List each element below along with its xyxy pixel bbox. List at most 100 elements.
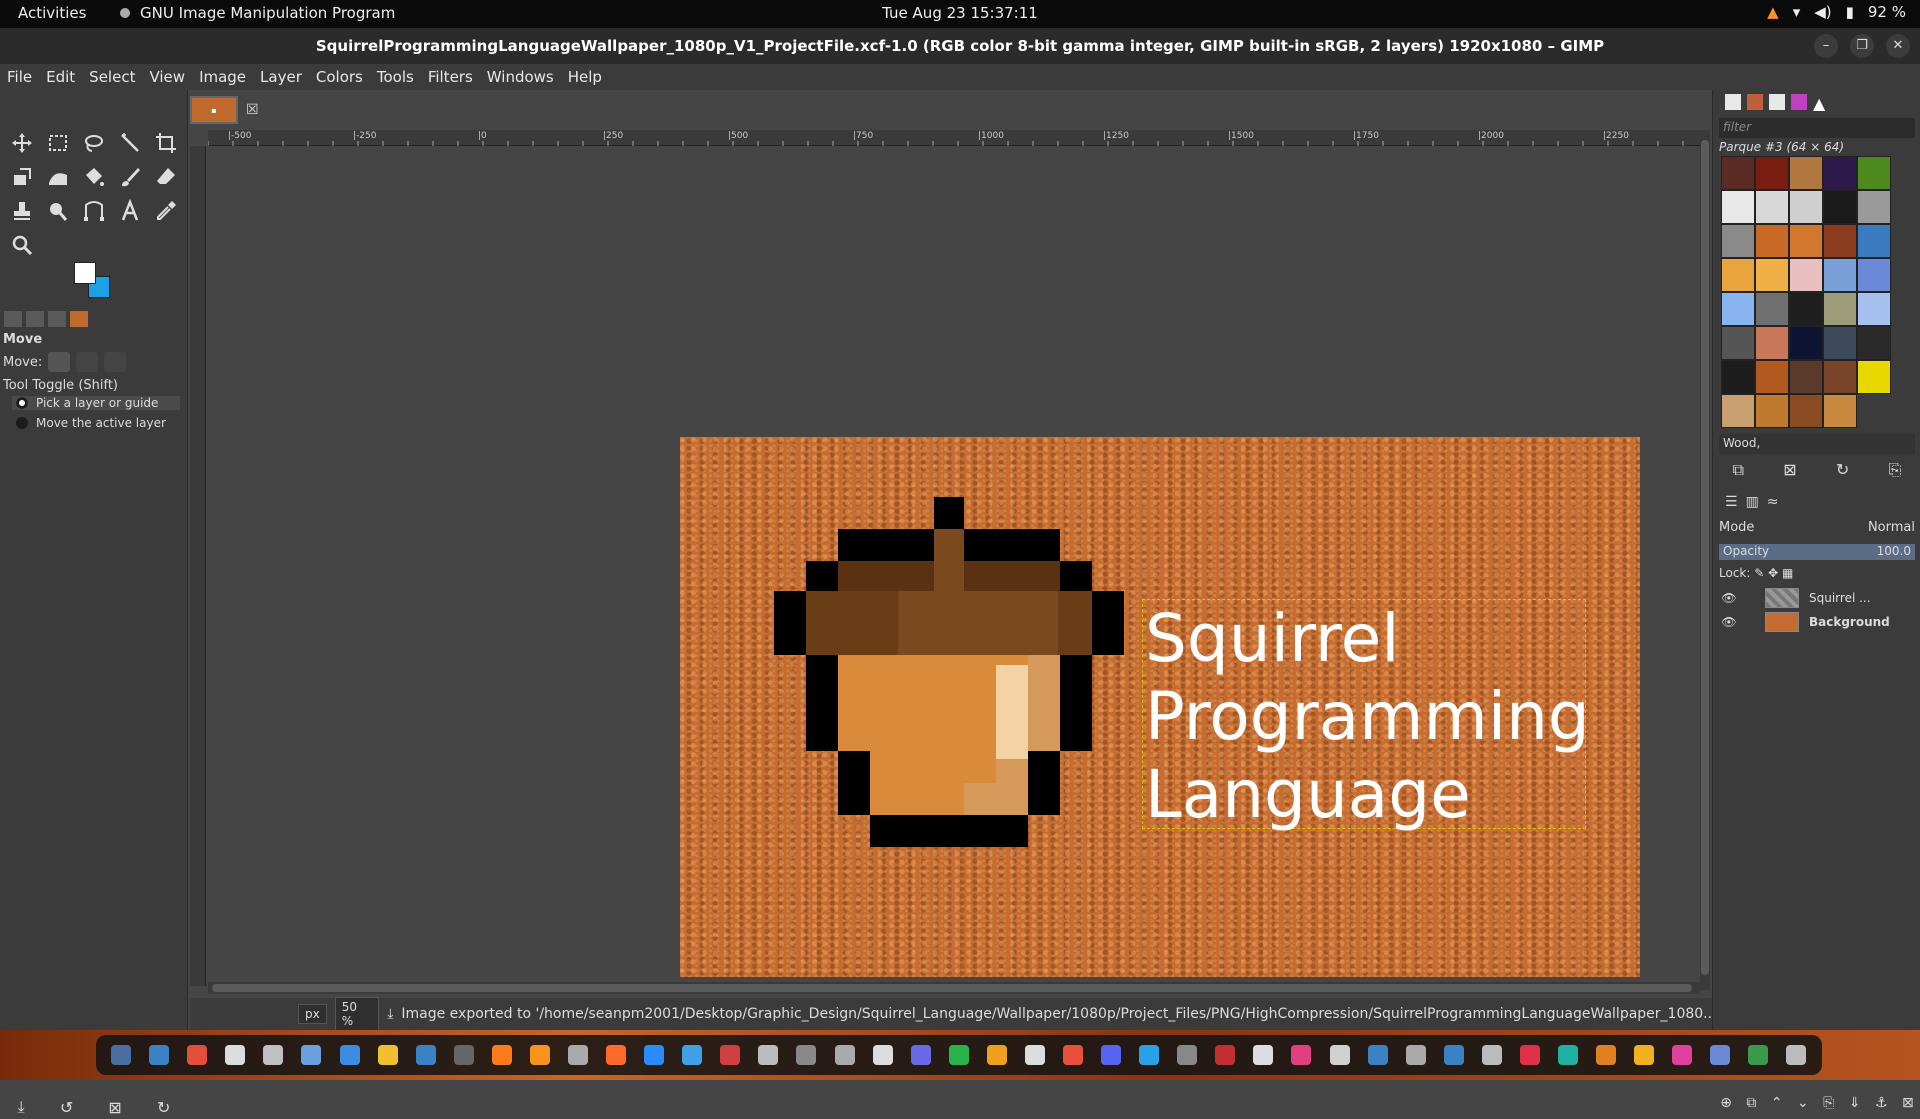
pattern-swatch[interactable] (1789, 156, 1823, 190)
fonts-tab[interactable] (1769, 94, 1785, 110)
wifi-icon[interactable]: ▾ (1793, 3, 1801, 21)
taskbar-app-icon[interactable] (1405, 1045, 1426, 1065)
channels-tab-icon[interactable]: ▥ (1746, 494, 1759, 510)
canvas-area[interactable]: Squirrel Programming Language (208, 146, 1700, 982)
taskbar-app-icon[interactable] (377, 1045, 398, 1065)
new-group-icon[interactable]: ⧉ (1746, 1095, 1756, 1111)
pattern-swatch[interactable] (1857, 258, 1891, 292)
taskbar-app-icon[interactable] (1634, 1045, 1655, 1065)
close-button[interactable]: ✕ (1886, 34, 1910, 58)
taskbar-app-icon[interactable] (606, 1045, 627, 1065)
horizontal-scrollbar[interactable] (208, 982, 1700, 994)
gradients-tab[interactable] (1791, 94, 1807, 110)
images-tab[interactable] (70, 311, 88, 327)
taskbar-app-icon[interactable] (1786, 1045, 1807, 1065)
lock-position-icon[interactable]: ✥ (1768, 566, 1782, 580)
text-layer-box[interactable]: Squirrel Programming Language (1142, 599, 1590, 833)
move-selection-mode-button[interactable] (76, 352, 99, 372)
tool-presets-tab[interactable]: ▲ (1813, 94, 1829, 113)
pattern-swatch[interactable] (1721, 258, 1755, 292)
taskbar-app-icon[interactable] (1177, 1045, 1198, 1065)
vertical-scrollbar[interactable] (1700, 130, 1710, 990)
image-canvas[interactable]: Squirrel Programming Language (680, 437, 1640, 977)
pattern-swatch[interactable] (1755, 156, 1789, 190)
taskbar-app-icon[interactable] (796, 1045, 817, 1065)
save-options-icon[interactable]: ⤓ (18, 1097, 25, 1117)
horizontal-ruler[interactable]: |-500 |-250 |0 |250 |500 |750 |1000 |1250 |1500 |… (207, 130, 1708, 146)
visibility-eye-icon[interactable]: 👁 (1719, 591, 1739, 605)
pattern-swatch[interactable] (1823, 224, 1857, 258)
taskbar-app-icon[interactable] (948, 1045, 969, 1065)
menu-select[interactable]: Select (82, 68, 142, 86)
pattern-swatch[interactable] (1755, 258, 1789, 292)
menu-windows[interactable]: Windows (480, 68, 561, 86)
pattern-swatch[interactable] (1721, 360, 1755, 394)
lock-pixels-icon[interactable]: ✎ (1754, 566, 1768, 580)
pattern-swatch[interactable] (1823, 156, 1857, 190)
taskbar-app-icon[interactable] (1062, 1045, 1083, 1065)
battery-icon[interactable]: ▮ (1846, 3, 1854, 21)
merge-layer-icon[interactable]: ⇓ (1849, 1095, 1861, 1111)
taskbar-app-icon[interactable] (453, 1045, 474, 1065)
taskbar-app-icon[interactable] (491, 1045, 512, 1065)
tool-options-tab[interactable] (4, 311, 22, 327)
pattern-swatch[interactable] (1721, 190, 1755, 224)
pattern-filter-input[interactable]: filter (1719, 118, 1915, 138)
menu-view[interactable]: View (142, 68, 192, 86)
taskbar-app-icon[interactable] (263, 1045, 284, 1065)
pattern-swatch[interactable] (1789, 394, 1823, 428)
pattern-swatch[interactable] (1755, 326, 1789, 360)
pattern-swatch[interactable] (1721, 292, 1755, 326)
menu-filters[interactable]: Filters (421, 68, 480, 86)
image-tab-thumbnail[interactable]: ▪ (190, 96, 238, 124)
delete-layer-icon[interactable]: ⊠ (1902, 1095, 1914, 1111)
pattern-swatch[interactable] (1857, 326, 1891, 360)
taskbar-app-icon[interactable] (1139, 1045, 1160, 1065)
taskbar-app-icon[interactable] (1519, 1045, 1540, 1065)
menu-layer[interactable]: Layer (253, 68, 309, 86)
menu-edit[interactable]: Edit (39, 68, 82, 86)
pattern-swatch[interactable] (1789, 326, 1823, 360)
taskbar-app-icon[interactable] (1558, 1045, 1578, 1065)
menu-file[interactable]: File (0, 68, 39, 86)
opacity-slider[interactable]: Opacity 100.0 (1719, 544, 1915, 560)
taskbar-app-icon[interactable] (1101, 1045, 1122, 1065)
pattern-swatch[interactable] (1789, 360, 1823, 394)
menu-tools[interactable]: Tools (370, 68, 421, 86)
foreground-color-swatch[interactable] (74, 262, 96, 284)
hscroll-thumb[interactable] (212, 984, 1692, 992)
text-tool[interactable] (112, 194, 148, 228)
pattern-tag-input[interactable]: Wood, (1719, 434, 1915, 454)
unit-select[interactable]: px (298, 1004, 327, 1024)
pattern-swatch[interactable] (1755, 292, 1789, 326)
pick-layer-radio[interactable]: Pick a layer or guide (12, 396, 180, 410)
pattern-swatch[interactable] (1721, 224, 1755, 258)
layers-tab-icon[interactable]: ☰ (1725, 494, 1738, 510)
pattern-swatch[interactable] (1823, 190, 1857, 224)
zoom-select[interactable]: 50 % (334, 997, 380, 1031)
taskbar-app-icon[interactable] (1215, 1045, 1236, 1065)
taskbar-app-icon[interactable] (111, 1045, 132, 1065)
warp-tool[interactable] (40, 160, 76, 194)
clone-tool[interactable] (4, 194, 40, 228)
volume-icon[interactable]: ◀) (1814, 3, 1831, 21)
taskbar-app-icon[interactable] (567, 1045, 588, 1065)
activities-button[interactable]: Activities (18, 4, 86, 22)
vlc-tray-icon[interactable]: ▲ (1767, 3, 1779, 21)
pattern-swatch[interactable] (1857, 360, 1891, 394)
pattern-swatch[interactable] (1857, 190, 1891, 224)
taskbar-app-icon[interactable] (1443, 1045, 1464, 1065)
pattern-swatch[interactable] (1755, 224, 1789, 258)
anchor-layer-icon[interactable]: ⚓ (1875, 1095, 1888, 1111)
pattern-swatch[interactable] (1823, 292, 1857, 326)
taskbar-app-icon[interactable] (1710, 1045, 1731, 1065)
layer-row-background[interactable]: 👁 Background (1719, 610, 1915, 634)
taskbar-app-icon[interactable] (1024, 1045, 1045, 1065)
taskbar-app-icon[interactable] (1367, 1045, 1388, 1065)
pattern-swatch[interactable] (1823, 258, 1857, 292)
taskbar-app-icon[interactable] (415, 1045, 436, 1065)
pattern-swatch[interactable] (1823, 394, 1857, 428)
lock-alpha-icon[interactable]: ▦ (1782, 566, 1793, 580)
taskbar-app-icon[interactable] (225, 1045, 246, 1065)
taskbar-app-icon[interactable] (529, 1045, 550, 1065)
